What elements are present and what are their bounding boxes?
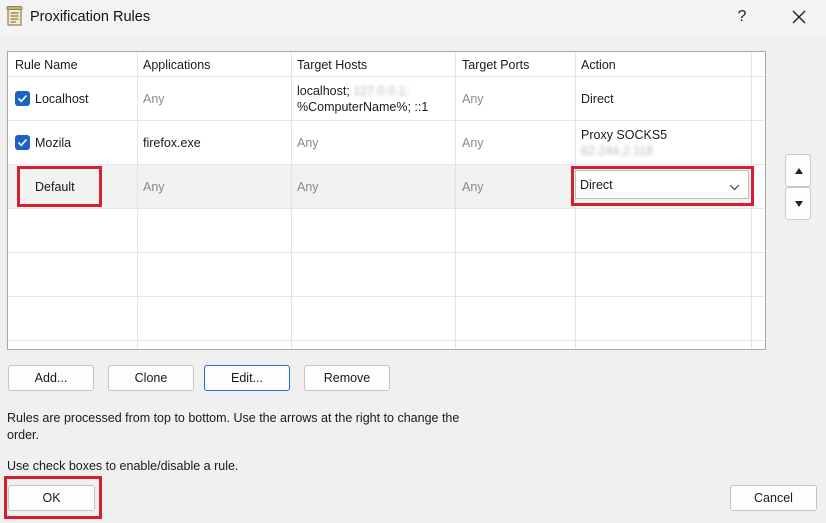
info-line: order. <box>7 427 39 442</box>
row-divider <box>8 164 765 165</box>
target-hosts-text: localhost; <box>297 84 350 98</box>
column-header-target-hosts[interactable]: Target Hosts <box>297 58 367 72</box>
blurred-proxy-address: 62.244.2.118 <box>581 144 654 158</box>
rules-document-icon <box>6 6 23 26</box>
cancel-button[interactable]: Cancel <box>730 485 817 511</box>
row-divider <box>8 208 765 209</box>
rule-name[interactable]: Mozila <box>35 136 71 150</box>
edit-button[interactable]: Edit... <box>204 365 290 391</box>
close-icon <box>792 10 806 24</box>
rule-target-hosts-continued: %ComputerName%; ::1 <box>297 100 429 114</box>
window-title: Proxification Rules <box>30 9 151 25</box>
move-down-button[interactable] <box>785 187 811 220</box>
help-button[interactable]: ? <box>729 4 755 30</box>
info-line: Rules are processed from top to bottom. … <box>7 411 460 425</box>
clone-button[interactable]: Clone <box>108 365 194 391</box>
blurred-ip-address: 127.0.0.1; <box>353 84 409 98</box>
rule-applications: firefox.exe <box>143 136 201 150</box>
column-divider <box>137 52 138 349</box>
rule-action[interactable]: Direct <box>581 92 614 106</box>
row-divider <box>8 252 765 253</box>
row-divider <box>8 340 765 341</box>
remove-button[interactable]: Remove <box>304 365 390 391</box>
rule-enabled-checkbox[interactable] <box>15 135 30 150</box>
row-divider <box>8 76 765 77</box>
arrow-up-icon <box>795 168 803 174</box>
rule-applications: Any <box>143 180 165 194</box>
highlight-default-rule <box>17 166 102 207</box>
ok-button[interactable]: OK <box>8 485 95 511</box>
highlight-action-dropdown <box>571 166 754 206</box>
rule-name[interactable]: Localhost <box>35 92 89 106</box>
rule-target-hosts: Any <box>297 180 319 194</box>
close-button[interactable] <box>785 4 813 30</box>
column-divider <box>455 52 456 349</box>
column-header-target-ports[interactable]: Target Ports <box>462 58 529 72</box>
title-bar: Proxification Rules ? <box>0 0 826 36</box>
rule-target-ports: Any <box>462 136 484 150</box>
add-button[interactable]: Add... <box>8 365 94 391</box>
checkmark-icon <box>17 138 28 147</box>
rule-action[interactable]: Proxy SOCKS5 <box>581 128 667 142</box>
column-header-action[interactable]: Action <box>581 58 616 72</box>
move-up-button[interactable] <box>785 154 811 187</box>
arrow-down-icon <box>795 201 803 207</box>
info-text-order: Rules are processed from top to bottom. … <box>7 410 459 443</box>
column-divider <box>291 52 292 349</box>
info-text-checkboxes: Use check boxes to enable/disable a rule… <box>7 459 239 473</box>
rule-target-hosts: localhost; 127.0.0.1; <box>297 84 409 98</box>
rule-target-hosts: Any <box>297 136 319 150</box>
rule-enabled-checkbox[interactable] <box>15 91 30 106</box>
rule-applications: Any <box>143 92 165 106</box>
column-header-applications[interactable]: Applications <box>143 58 210 72</box>
rule-target-ports: Any <box>462 180 484 194</box>
row-divider <box>8 296 765 297</box>
row-divider <box>8 120 765 121</box>
column-header-rule-name[interactable]: Rule Name <box>15 58 78 72</box>
rule-target-ports: Any <box>462 92 484 106</box>
checkmark-icon <box>17 94 28 103</box>
